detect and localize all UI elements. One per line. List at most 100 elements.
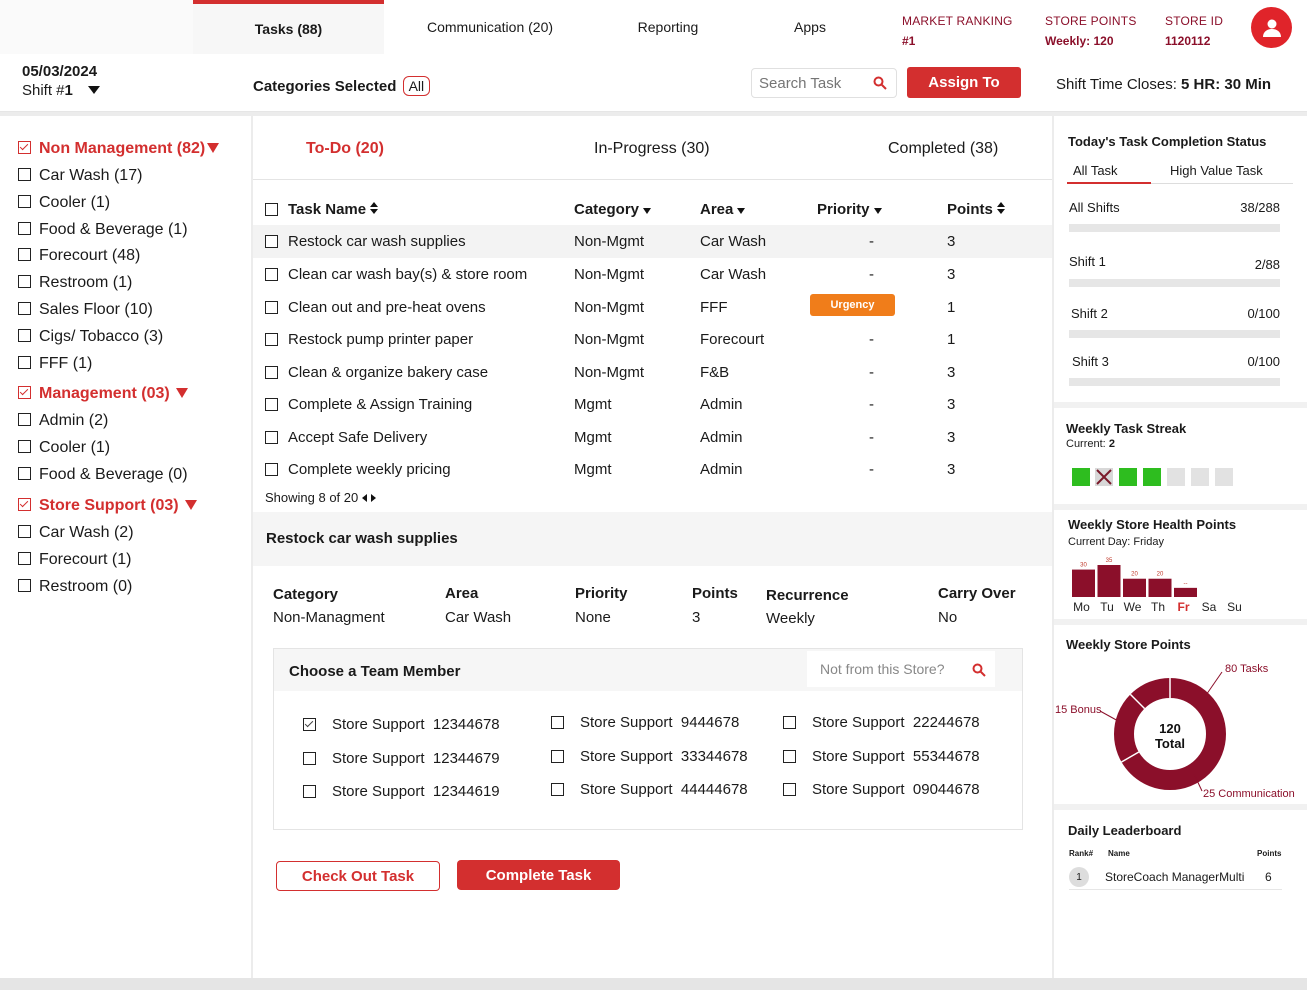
leaderboard-header-name: Name xyxy=(1108,849,1130,858)
task-category: Non-Mgmt xyxy=(574,331,645,348)
tab-high-value-task[interactable]: High Value Task xyxy=(1170,163,1263,178)
sidebar-item[interactable]: Restroom (1) xyxy=(18,274,132,292)
streak-day-done xyxy=(1119,468,1137,486)
tab-in-progress[interactable]: In-Progress (30) xyxy=(594,140,710,158)
row-checkbox[interactable] xyxy=(265,397,278,411)
checkbox[interactable] xyxy=(18,467,31,481)
row-checkbox[interactable] xyxy=(265,462,278,476)
row-checkbox[interactable] xyxy=(265,332,278,346)
team-member-option[interactable]: Store Support 22244678 xyxy=(783,714,980,731)
checkbox[interactable] xyxy=(18,275,31,289)
checkbox[interactable] xyxy=(18,413,31,427)
checkbox[interactable] xyxy=(783,749,796,763)
other-store-search[interactable]: Not from this Store? xyxy=(807,651,995,687)
sidebar-group-non-management[interactable]: Non Management (82) xyxy=(18,140,220,158)
categories-pill[interactable]: All xyxy=(402,76,431,96)
tab-communication[interactable]: Communication (20) xyxy=(384,0,596,54)
row-checkbox[interactable] xyxy=(265,267,278,281)
sidebar-item[interactable]: Cooler (1) xyxy=(18,439,110,457)
sidebar-item[interactable]: Restroom (0) xyxy=(18,578,132,596)
team-member-option[interactable]: Store Support 12344619 xyxy=(303,783,500,800)
sidebar-item[interactable]: Car Wash (2) xyxy=(18,524,134,542)
checkbox[interactable] xyxy=(18,552,31,566)
checkbox[interactable] xyxy=(551,749,564,763)
search-icon[interactable] xyxy=(873,76,887,90)
row-checkbox[interactable] xyxy=(265,430,278,444)
user-avatar[interactable] xyxy=(1251,7,1292,48)
tab-todo[interactable]: To-Do (20) xyxy=(306,140,384,158)
sidebar-group-store-support[interactable]: Store Support (03) xyxy=(18,497,197,515)
checkbox[interactable] xyxy=(18,248,31,262)
table-row[interactable]: Restock car wash supplies Non-Mgmt Car W… xyxy=(253,225,1052,258)
team-member-option[interactable]: Store Support 09044678 xyxy=(783,781,980,798)
streak-day-done xyxy=(1143,468,1161,486)
search-input[interactable] xyxy=(759,69,869,97)
checkbox[interactable] xyxy=(18,386,31,400)
checkbox[interactable] xyxy=(18,440,31,454)
checkbox[interactable] xyxy=(551,715,564,729)
task-name: Clean & organize bakery case xyxy=(288,364,489,381)
table-row[interactable]: Complete weekly pricing Mgmt Admin - 3 xyxy=(253,453,1052,486)
checkbox[interactable] xyxy=(303,784,316,798)
assign-to-button[interactable]: Assign To xyxy=(907,67,1021,98)
header-priority[interactable]: Priority xyxy=(817,201,882,218)
sidebar-item[interactable]: Food & Beverage (0) xyxy=(18,466,188,484)
sidebar-item[interactable]: Forecourt (48) xyxy=(18,247,140,265)
table-row[interactable]: Clean & organize bakery case Non-Mgmt F&… xyxy=(253,356,1052,389)
team-member-option[interactable]: Store Support 33344678 xyxy=(551,748,748,765)
row-checkbox[interactable] xyxy=(265,300,278,314)
sidebar-item[interactable]: Cooler (1) xyxy=(18,194,110,212)
checkbox[interactable] xyxy=(783,782,796,796)
team-member-option[interactable]: Store Support 9444678 xyxy=(551,714,739,731)
team-member-option[interactable]: Store Support 44444678 xyxy=(551,781,748,798)
checkbox[interactable] xyxy=(18,498,31,512)
header-task-name[interactable]: Task Name xyxy=(265,201,379,218)
team-member-option[interactable]: Store Support 12344679 xyxy=(303,750,500,767)
tab-apps[interactable]: Apps xyxy=(760,0,860,54)
checkbox[interactable] xyxy=(18,168,31,182)
checkbox[interactable] xyxy=(18,302,31,316)
checkbox[interactable] xyxy=(18,356,31,370)
sidebar-item[interactable]: Car Wash (17) xyxy=(18,167,142,185)
shift-selector[interactable]: Shift #1 xyxy=(22,82,101,99)
sidebar-item[interactable]: Admin (2) xyxy=(18,412,108,430)
table-row[interactable]: Complete & Assign Training Mgmt Admin - … xyxy=(253,388,1052,421)
checkbox[interactable] xyxy=(18,195,31,209)
health-title: Weekly Store Health Points xyxy=(1068,517,1237,532)
select-all-checkbox[interactable] xyxy=(265,202,278,216)
sidebar-item[interactable]: Food & Beverage (1) xyxy=(18,221,188,239)
checkbox[interactable] xyxy=(783,715,796,729)
tab-tasks[interactable]: Tasks (88) xyxy=(193,0,384,54)
checkbox[interactable] xyxy=(303,751,316,765)
header-points[interactable]: Points xyxy=(947,201,1005,218)
sidebar-item[interactable]: Forecourt (1) xyxy=(18,551,131,569)
tab-reporting[interactable]: Reporting xyxy=(596,0,740,54)
table-row[interactable]: Accept Safe Delivery Mgmt Admin - 3 xyxy=(253,421,1052,454)
check-out-task-button[interactable]: Check Out Task xyxy=(276,861,440,891)
table-row[interactable]: Clean car wash bay(s) & store room Non-M… xyxy=(253,258,1052,291)
checkbox[interactable] xyxy=(18,525,31,539)
checkbox[interactable] xyxy=(18,141,31,155)
tab-all-task[interactable]: All Task xyxy=(1073,163,1118,178)
pager-arrows-icon[interactable] xyxy=(361,494,376,502)
checkbox[interactable] xyxy=(18,579,31,593)
table-row[interactable]: Clean out and pre-heat ovens Non-Mgmt FF… xyxy=(253,291,1052,324)
sidebar-item[interactable]: FFF (1) xyxy=(18,355,92,373)
sidebar-group-management[interactable]: Management (03) xyxy=(18,385,188,403)
complete-task-button[interactable]: Complete Task xyxy=(457,860,620,890)
table-row[interactable]: Restock pump printer paper Non-Mgmt Fore… xyxy=(253,323,1052,356)
header-area[interactable]: Area xyxy=(700,201,746,218)
leaderboard-row[interactable]: 1 StoreCoach ManagerMulti 6 xyxy=(1069,865,1282,890)
sidebar-item[interactable]: Sales Floor (10) xyxy=(18,301,153,319)
row-checkbox[interactable] xyxy=(265,234,278,248)
checkbox[interactable] xyxy=(303,717,316,731)
checkbox[interactable] xyxy=(18,329,31,343)
row-checkbox[interactable] xyxy=(265,365,278,379)
header-category[interactable]: Category xyxy=(574,201,652,218)
checkbox[interactable] xyxy=(551,782,564,796)
team-member-option[interactable]: Store Support 12344678 xyxy=(303,716,500,733)
tab-completed[interactable]: Completed (38) xyxy=(888,140,998,158)
team-member-option[interactable]: Store Support 55344678 xyxy=(783,748,980,765)
sidebar-item[interactable]: Cigs/ Tobacco (3) xyxy=(18,328,163,346)
checkbox[interactable] xyxy=(18,222,31,236)
